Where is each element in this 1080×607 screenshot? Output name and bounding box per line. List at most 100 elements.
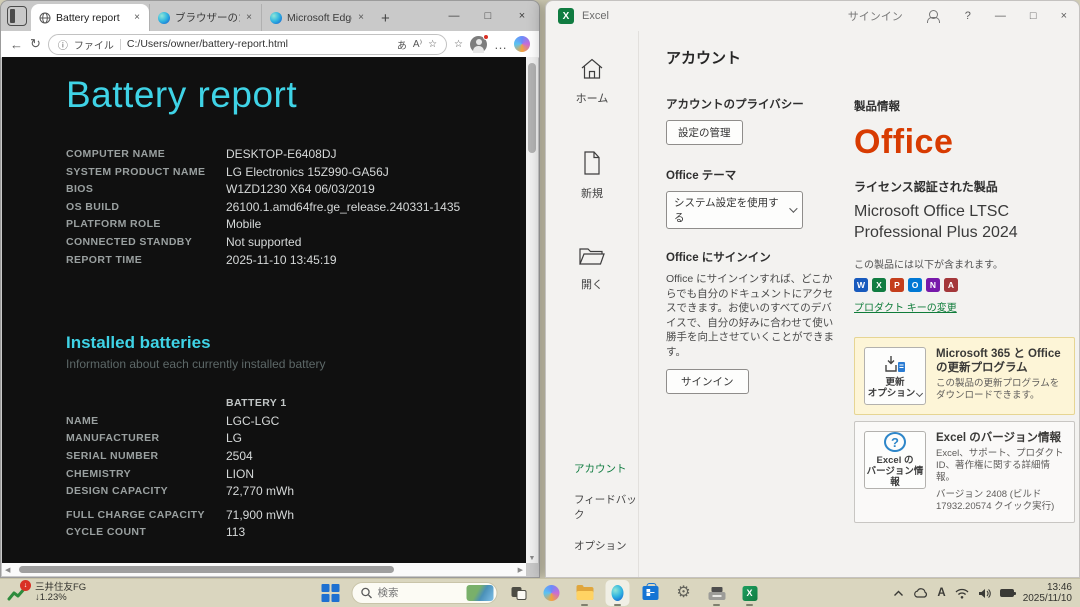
table-row: CONNECTED STANDBY Not supported: [66, 234, 302, 249]
installed-batteries-section: Installed batteries Information about ea…: [66, 333, 526, 542]
tab-close-icon[interactable]: ×: [357, 12, 365, 23]
tab-customize-browser[interactable]: ブラウザーのカスタマイズ ×: [149, 4, 261, 31]
excel-titlebar: X Excel サインイン ? — □ ×: [546, 1, 1079, 31]
included-apps-row: W X P O N A: [854, 278, 1075, 292]
onedrive-cloud-icon[interactable]: [913, 588, 928, 598]
scrollbar-thumb[interactable]: [19, 566, 394, 573]
task-view-button[interactable]: [507, 580, 531, 606]
maximize-button[interactable]: □: [1030, 10, 1037, 22]
tray-time: 13:46: [1046, 582, 1072, 593]
minimize-button[interactable]: —: [995, 10, 1006, 22]
tab-battery-report[interactable]: Battery report ×: [31, 4, 149, 31]
utility-app-button[interactable]: [705, 580, 729, 606]
office-theme-heading: Office テーマ: [666, 170, 737, 182]
table-row: MANUFACTURER LG: [66, 431, 243, 446]
new-document-icon: [584, 151, 600, 175]
edge-logo-icon: [270, 11, 282, 24]
back-icon[interactable]: ←: [10, 37, 23, 52]
tab-actions-icon[interactable]: [7, 6, 27, 26]
about-box-description: Excel、サポート、プロダクト ID、著作権に関する詳細情報。: [936, 448, 1064, 483]
clock[interactable]: 13:46 2025/11/10: [1023, 582, 1072, 604]
sidebar-item-account[interactable]: アカウント: [574, 453, 627, 484]
taskbar-search[interactable]: [351, 582, 498, 604]
tab-title: Microsoft Edge へよ: [287, 12, 352, 24]
sidebar-item-feedback[interactable]: フィードバック: [574, 484, 638, 530]
change-product-key-link[interactable]: プロダクト キーの変更: [854, 299, 957, 314]
signin-heading: Office にサインイン: [666, 252, 771, 264]
close-button[interactable]: ×: [1061, 10, 1067, 22]
new-tab-button[interactable]: +: [381, 10, 390, 27]
sidebar-item-home[interactable]: ホーム: [576, 57, 608, 106]
tab-close-icon[interactable]: ×: [245, 12, 253, 23]
page-info-icon[interactable]: ⓘ: [58, 37, 68, 52]
system-tray: A 13:46 2025/11/10: [893, 582, 1072, 604]
minimize-button[interactable]: —: [437, 1, 471, 31]
onenote-icon: N: [926, 278, 940, 292]
about-excel-button[interactable]: ? Excel のバージョン情報: [864, 431, 926, 489]
sign-in-button[interactable]: サインイン: [666, 369, 749, 394]
sidebar-item-options[interactable]: オプション: [574, 530, 627, 561]
edge-logo-icon: [158, 11, 170, 24]
tab-close-icon[interactable]: ×: [133, 12, 141, 23]
translate-icon[interactable]: あ: [397, 37, 407, 52]
close-button[interactable]: ×: [505, 1, 539, 31]
tab-title: Battery report: [56, 11, 120, 24]
product-name: Microsoft Office LTSC Professional Plus …: [854, 203, 1018, 241]
globe-icon: [39, 12, 51, 23]
favorites-hub-icon[interactable]: ☆: [454, 39, 463, 50]
copilot-taskbar-button[interactable]: [540, 580, 564, 606]
taskbar: ↓ 三井住友FG ↓1.23% 検索 ⚙ X A 13:46 2025/11/1…: [0, 578, 1080, 607]
ime-indicator[interactable]: A: [937, 587, 945, 599]
scrollbar-thumb[interactable]: [528, 63, 536, 153]
help-button[interactable]: ?: [965, 10, 971, 22]
table-row: COMPUTER NAME DESKTOP-E6408DJ: [66, 147, 337, 161]
about-excel-box: ? Excel のバージョン情報 Excel のバージョン情報 Excel、サポ…: [854, 421, 1075, 523]
horizontal-scrollbar[interactable]: ◀ ▶: [2, 563, 526, 576]
table-row: SYSTEM PRODUCT NAME LG Electronics 15Z990…: [66, 164, 389, 179]
search-highlight-image[interactable]: [466, 585, 494, 601]
tab-edge-welcome[interactable]: Microsoft Edge へよ ×: [261, 4, 373, 31]
ribbon-display-options-icon[interactable]: [926, 9, 941, 23]
update-options-button[interactable]: 更新 オプション: [864, 347, 926, 405]
scroll-left-icon[interactable]: ◀: [5, 566, 10, 574]
scroll-down-icon[interactable]: ▼: [526, 555, 538, 562]
backstage-sidebar: ホーム 新規 開く アカウント フィードバック オプション: [546, 31, 639, 577]
tray-date: 2025/11/10: [1022, 593, 1072, 604]
read-aloud-icon[interactable]: A⁾: [413, 39, 422, 50]
search-input[interactable]: [377, 587, 456, 599]
microsoft-store-button[interactable]: [639, 580, 663, 606]
sidebar-item-new[interactable]: 新規: [580, 150, 604, 201]
url-text[interactable]: C:/Users/owner/battery-report.html: [127, 38, 391, 50]
battery-icon[interactable]: [999, 589, 1016, 597]
search-icon: [361, 587, 372, 599]
refresh-icon[interactable]: ↻: [30, 36, 41, 52]
edge-taskbar-button[interactable]: [605, 580, 630, 606]
widgets-button[interactable]: ↓ 三井住友FG ↓1.23%: [7, 580, 86, 604]
profile-avatar[interactable]: [470, 33, 489, 53]
volume-icon[interactable]: [978, 588, 991, 599]
page-title: アカウント: [666, 50, 742, 67]
file-explorer-button[interactable]: [573, 580, 597, 606]
table-row: NAME LGC-LGC: [66, 413, 280, 428]
wifi-icon[interactable]: [955, 588, 969, 599]
sign-in-link[interactable]: サインイン: [848, 8, 903, 24]
start-button[interactable]: [319, 580, 343, 606]
office-theme-dropdown[interactable]: システム設定を使用する: [666, 191, 803, 229]
excel-taskbar-button[interactable]: X: [738, 580, 762, 606]
copilot-icon[interactable]: [514, 36, 530, 52]
update-box-description: この製品の更新プログラムをダウンロードできます。: [936, 378, 1060, 401]
address-bar[interactable]: ⓘ ファイル C:/Users/owner/battery-report.htm…: [47, 33, 448, 55]
manage-settings-button[interactable]: 設定の管理: [666, 120, 743, 145]
tab-title: ブラウザーのカスタマイズ: [175, 12, 240, 24]
maximize-button[interactable]: □: [471, 1, 505, 31]
table-row: OS BUILD 26100.1.amd64fre.ge_release.2403…: [66, 199, 461, 214]
hidden-icons-chevron-icon[interactable]: [893, 590, 904, 597]
sidebar-item-open[interactable]: 開く: [578, 245, 606, 292]
vertical-scrollbar[interactable]: ▼: [526, 57, 538, 563]
add-favorite-icon[interactable]: ☆: [428, 39, 437, 50]
scroll-right-icon[interactable]: ▶: [518, 566, 523, 574]
table-row: CYCLE COUNT 113: [66, 525, 246, 540]
gear-icon: ⚙: [676, 584, 691, 601]
more-menu-icon[interactable]: …: [494, 37, 507, 52]
settings-button[interactable]: ⚙: [672, 580, 696, 606]
